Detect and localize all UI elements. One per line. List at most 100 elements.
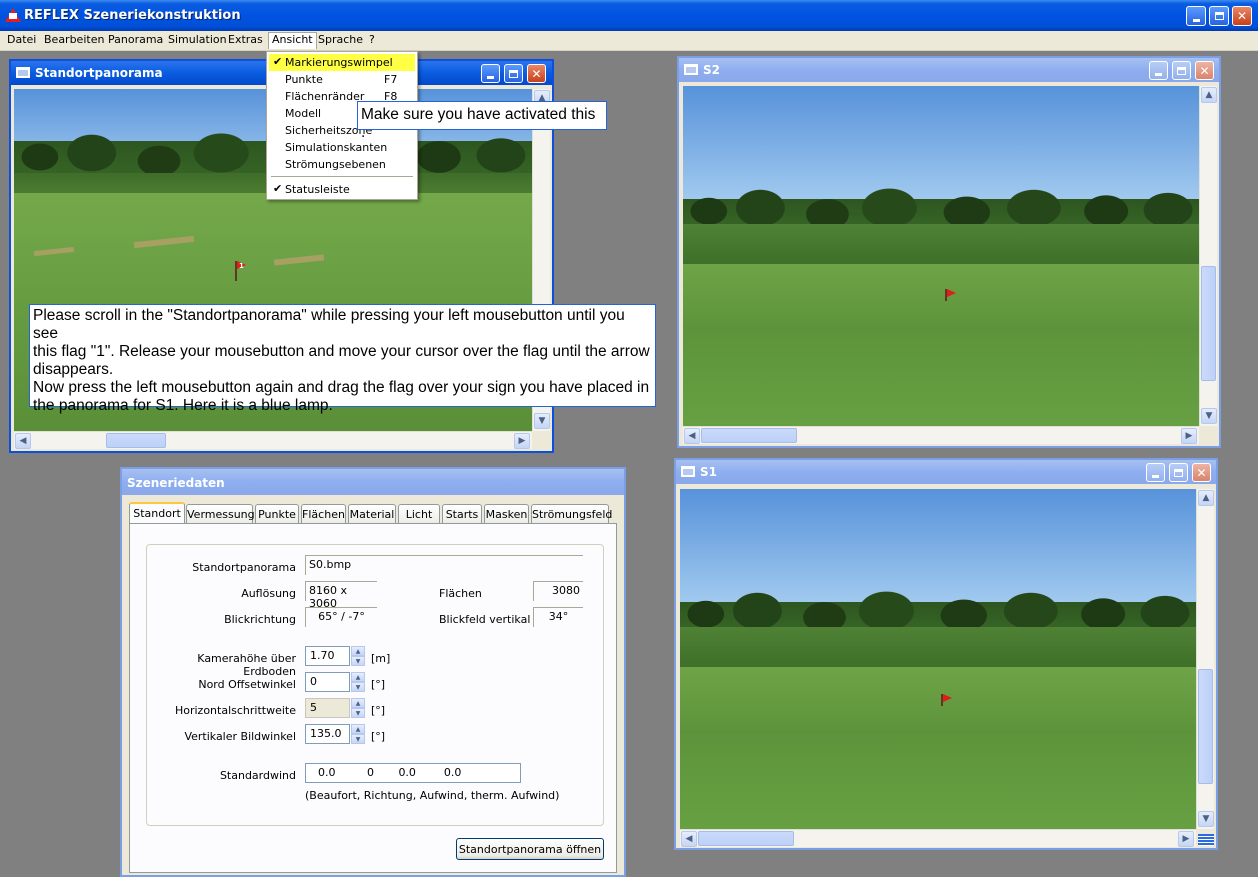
close-button[interactable]: ✕ <box>1232 6 1252 26</box>
tab-flaechen[interactable]: Flächen <box>301 504 346 524</box>
scroll-down-icon[interactable]: ▼ <box>1201 408 1217 424</box>
maximize-button[interactable] <box>1172 61 1191 80</box>
menu-item-stroemungsebenen[interactable]: Strömungsebenen <box>269 156 415 173</box>
tab-standort[interactable]: Standort <box>129 502 185 525</box>
menu-bearbeiten[interactable]: Bearbeiten <box>44 33 104 46</box>
kamerahoehe-input[interactable]: 1.70 <box>305 646 350 666</box>
s2-title-bar[interactable]: S2 ✕ <box>679 58 1219 82</box>
scroll-left-icon[interactable]: ◀ <box>684 428 700 444</box>
check-icon: ✔ <box>273 182 283 195</box>
spin-up-icon[interactable]: ▲ <box>351 724 365 734</box>
marker-flag[interactable] <box>945 289 956 301</box>
tab-material[interactable]: Material <box>348 504 396 524</box>
minimize-button[interactable] <box>1149 61 1168 80</box>
menu-datei[interactable]: Datei <box>7 33 36 46</box>
minimize-button[interactable] <box>1146 463 1165 482</box>
menu-item-punkte[interactable]: Punkte F7 <box>269 71 415 88</box>
vertical-scrollbar[interactable]: ▲ ▼ <box>1196 489 1214 829</box>
menu-panorama[interactable]: Panorama <box>108 33 163 46</box>
scroll-down-icon[interactable]: ▼ <box>1198 811 1214 827</box>
menu-item-statusleiste[interactable]: ✔ Statusleiste <box>269 181 415 198</box>
spin-down-icon[interactable]: ▼ <box>351 708 365 718</box>
marker-flag-1[interactable] <box>235 261 246 281</box>
menu-item-label: Flächenränder <box>285 90 365 103</box>
maximize-button[interactable] <box>504 64 523 83</box>
resize-grip-icon[interactable] <box>1198 834 1214 846</box>
hedge <box>683 224 1199 266</box>
standortpanorama-oeffnen-button[interactable]: Standortpanorama öffnen <box>456 838 604 860</box>
blickfeld-value: 34° <box>533 607 583 627</box>
app-title: REFLEX Szeneriekonstruktion <box>24 8 241 23</box>
menu-item-label: Modell <box>285 107 322 120</box>
spin-up-icon[interactable]: ▲ <box>351 698 365 708</box>
scroll-thumb[interactable] <box>106 433 166 448</box>
blickrichtung-label: Blickrichtung <box>224 613 296 626</box>
horizontal-scrollbar[interactable]: ◀ ▶ <box>14 431 532 449</box>
window-icon <box>16 67 30 78</box>
tab-stroemungsfeld[interactable]: Strömungsfeld <box>531 504 612 524</box>
tab-licht[interactable]: Licht <box>398 504 440 524</box>
minimize-icon <box>1192 18 1200 22</box>
horizontal-scrollbar[interactable]: ◀ ▶ <box>680 829 1196 847</box>
vertikaler-bildwinkel-label: Vertikaler Bildwinkel <box>184 730 296 743</box>
menu-ansicht[interactable]: Ansicht <box>268 32 317 49</box>
s2-panorama-image[interactable] <box>683 86 1199 426</box>
spin-down-icon[interactable]: ▼ <box>351 734 365 744</box>
spin-down-icon[interactable]: ▼ <box>351 682 365 692</box>
horizontalschrittweite-unit: [°] <box>371 704 386 717</box>
aufloesung-label: Auflösung <box>241 587 296 600</box>
scroll-up-icon[interactable]: ▲ <box>1198 490 1214 506</box>
horizontalschrittweite-input[interactable]: 5 <box>305 698 350 718</box>
tab-masken[interactable]: Masken <box>484 504 529 524</box>
marker-flag[interactable] <box>941 694 952 706</box>
menu-simulation[interactable]: Simulation <box>168 33 227 46</box>
scroll-left-icon[interactable]: ◀ <box>15 433 31 449</box>
maximize-button[interactable] <box>1209 6 1229 26</box>
instruction-line: Please scroll in the "Standortpanorama" … <box>33 307 625 342</box>
reflex-warning-icon <box>5 8 21 22</box>
app-title-bar[interactable]: REFLEX Szeneriekonstruktion ✕ <box>0 0 1258 31</box>
nord-offset-label: Nord Offsetwinkel <box>198 678 296 691</box>
nord-offset-input[interactable]: 0 <box>305 672 350 692</box>
menu-extras[interactable]: Extras <box>228 33 263 46</box>
vertikaler-bildwinkel-input[interactable]: 135.0 <box>305 724 350 744</box>
scroll-thumb[interactable] <box>701 428 797 443</box>
menu-item-simulationskanten[interactable]: Simulationskanten <box>269 139 415 156</box>
window-title: S1 <box>700 465 717 479</box>
menu-separator <box>271 176 413 177</box>
horizontal-scrollbar[interactable]: ◀ ▶ <box>683 426 1199 444</box>
szeneriedaten-title-bar[interactable]: Szeneriedaten <box>122 469 624 495</box>
tab-vermessung[interactable]: Vermessung <box>186 504 255 524</box>
scroll-up-icon[interactable]: ▲ <box>1201 87 1217 103</box>
s1-title-bar[interactable]: S1 ✕ <box>676 460 1216 484</box>
maximize-icon <box>1214 12 1224 20</box>
minimize-button[interactable] <box>1186 6 1206 26</box>
scroll-thumb[interactable] <box>698 831 794 846</box>
s1-panorama-image[interactable] <box>680 489 1196 829</box>
close-button[interactable]: ✕ <box>527 64 546 83</box>
tab-starts[interactable]: Starts <box>442 504 482 524</box>
minimize-button[interactable] <box>481 64 500 83</box>
scroll-thumb[interactable] <box>1201 266 1216 381</box>
maximize-icon <box>1177 66 1186 75</box>
menu-item-markierungswimpel[interactable]: ✔ Markierungswimpel <box>269 54 415 71</box>
scroll-left-icon[interactable]: ◀ <box>681 831 697 847</box>
spin-up-icon[interactable]: ▲ <box>351 646 365 656</box>
spin-down-icon[interactable]: ▼ <box>351 656 365 666</box>
spin-up-icon[interactable]: ▲ <box>351 672 365 682</box>
scroll-right-icon[interactable]: ▶ <box>514 433 530 449</box>
scroll-down-icon[interactable]: ▼ <box>534 413 550 429</box>
menu-help[interactable]: ? <box>369 33 375 46</box>
scroll-thumb[interactable] <box>1198 669 1213 784</box>
tab-punkte[interactable]: Punkte <box>255 504 299 524</box>
maximize-button[interactable] <box>1169 463 1188 482</box>
scroll-right-icon[interactable]: ▶ <box>1178 831 1194 847</box>
maximize-icon <box>509 69 518 78</box>
close-button[interactable]: ✕ <box>1192 463 1211 482</box>
vertical-scrollbar[interactable]: ▲ ▼ <box>1199 86 1217 426</box>
scroll-right-icon[interactable]: ▶ <box>1181 428 1197 444</box>
standardwind-input[interactable]: 0.0 0 0.0 0.0 <box>305 763 521 783</box>
menu-sprache[interactable]: Sprache <box>318 33 363 46</box>
close-button[interactable]: ✕ <box>1195 61 1214 80</box>
menu-item-shortcut: F7 <box>384 73 398 86</box>
